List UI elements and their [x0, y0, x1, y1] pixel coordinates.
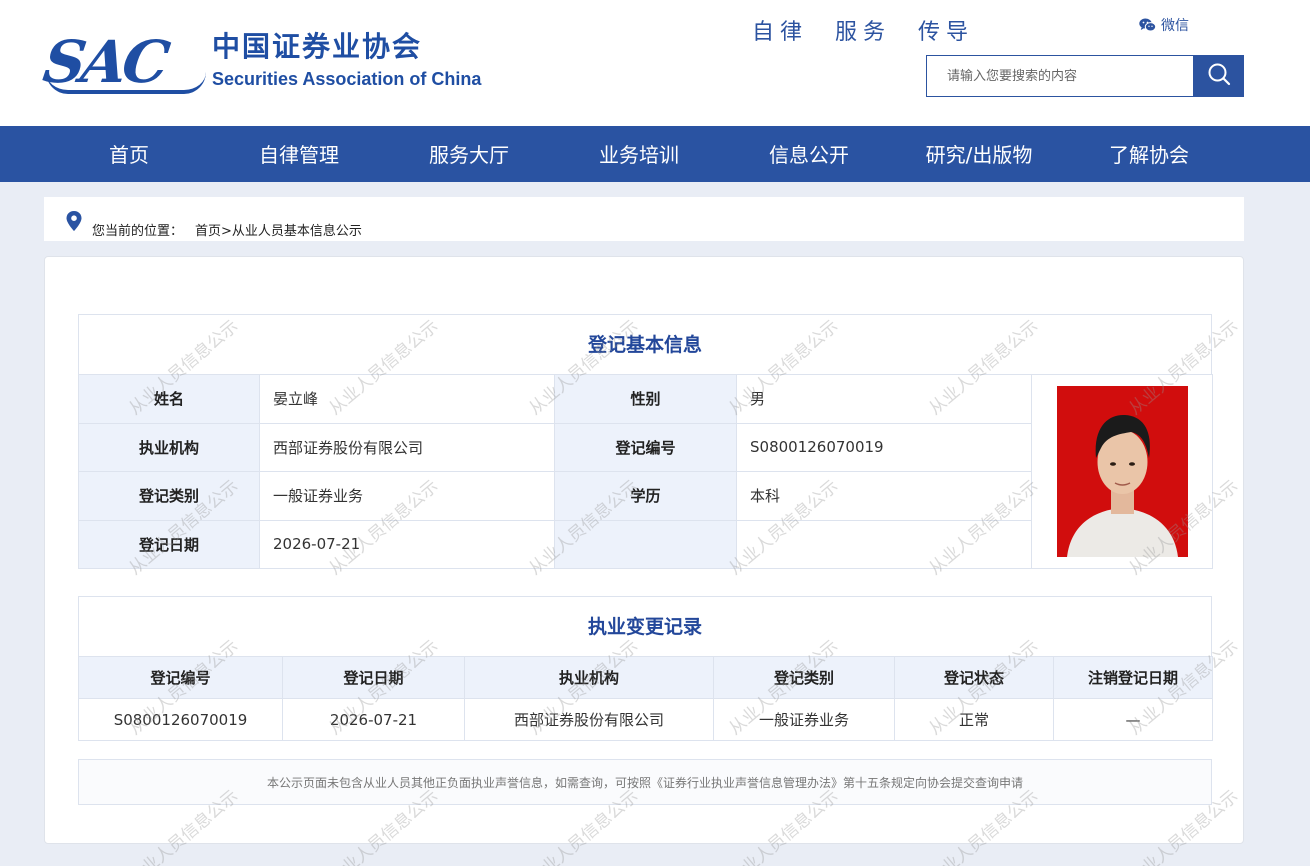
- field-value-gender: 男: [736, 374, 1032, 424]
- disclaimer-note: 本公示页面未包含从业人员其他正负面执业声誉信息，如需查询，可按照《证券行业执业声…: [78, 759, 1212, 805]
- field-label: 姓名: [78, 374, 260, 424]
- main-nav: 首页 自律管理 服务大厅 业务培训 信息公开 研究/出版物 了解协会: [0, 126, 1310, 182]
- search-button[interactable]: [1193, 55, 1244, 97]
- nav-item-service-hall[interactable]: 服务大厅: [429, 126, 509, 182]
- nav-item-training[interactable]: 业务培训: [599, 126, 679, 182]
- search-bar: [926, 55, 1244, 97]
- field-label: 登记日期: [78, 519, 260, 569]
- nav-item-disclosure[interactable]: 信息公开: [769, 126, 849, 182]
- profile-photo: [1056, 386, 1188, 557]
- table-header-row: 登记编号 登记日期 执业机构 登记类别 登记状态 注销登记日期: [78, 656, 1213, 699]
- nav-item-home[interactable]: 首页: [109, 126, 149, 182]
- location-pin-icon: [66, 211, 82, 235]
- table-cell: 正常: [894, 698, 1054, 741]
- breadcrumb-label: 您当前的位置：: [92, 224, 184, 239]
- breadcrumb-path[interactable]: 首页>从业人员基本信息公示: [195, 224, 362, 240]
- records-table: 登记编号 登记日期 执业机构 登记类别 登记状态 注销登记日期 S0800126…: [78, 656, 1213, 741]
- column-header: 登记编号: [78, 656, 283, 699]
- column-header: 登记类别: [713, 656, 895, 699]
- field-value-empty: [736, 519, 1032, 569]
- column-header: 注销登记日期: [1053, 656, 1213, 699]
- records-title: 执业变更记录: [78, 596, 1212, 656]
- column-header: 登记日期: [282, 656, 465, 699]
- search-input[interactable]: [926, 55, 1193, 97]
- table-cell: S0800126070019: [78, 698, 283, 741]
- basic-info-title: 登记基本信息: [78, 314, 1212, 374]
- field-label: 登记类别: [78, 471, 260, 521]
- column-header: 执业机构: [464, 656, 714, 699]
- field-value-institution: 西部证券股份有限公司: [259, 422, 555, 472]
- table-row: S0800126070019 2026-07-21 西部证券股份有限公司 一般证…: [78, 698, 1213, 741]
- field-value-reg-number: S0800126070019: [736, 422, 1032, 472]
- table-cell: —: [1053, 698, 1213, 741]
- breadcrumb: 您当前的位置： 首页>从业人员基本信息公示: [44, 197, 1244, 241]
- logo-chinese-name: 中国证券业协会: [212, 30, 423, 63]
- info-card: 登记基本信息 姓名 晏立峰 性别 男 执业机构 西部证券股份有限公司 登记编号 …: [44, 256, 1244, 844]
- table-cell: 西部证券股份有限公司: [464, 698, 714, 741]
- field-value-reg-date: 2026-07-21: [259, 519, 555, 569]
- wechat-link[interactable]: 微信: [1139, 15, 1189, 35]
- table-row: 姓名 晏立峰 性别 男: [78, 374, 1213, 569]
- field-label: 登记编号: [554, 422, 737, 472]
- field-value-reg-category: 一般证券业务: [259, 471, 555, 521]
- field-value-name: 晏立峰: [259, 374, 555, 424]
- photo-cell: [1031, 374, 1213, 569]
- wechat-icon: [1139, 18, 1156, 32]
- field-value-education: 本科: [736, 471, 1032, 521]
- logo-swoosh: [46, 72, 206, 94]
- nav-item-about[interactable]: 了解协会: [1109, 126, 1189, 182]
- sac-logo[interactable]: SAC 中国证券业协会 Securities Association of Ch…: [39, 28, 504, 98]
- slogan: 自律 服务 传导: [752, 20, 974, 45]
- nav-item-self-regulation[interactable]: 自律管理: [259, 126, 339, 182]
- table-cell: 一般证券业务: [713, 698, 895, 741]
- column-header: 登记状态: [894, 656, 1054, 699]
- nav-item-research[interactable]: 研究/出版物: [926, 126, 1033, 182]
- site-header: SAC 中国证券业协会 Securities Association of Ch…: [0, 0, 1310, 126]
- field-label-empty: [554, 519, 737, 569]
- field-label: 性别: [554, 374, 737, 424]
- wechat-label: 微信: [1161, 18, 1189, 34]
- table-cell: 2026-07-21: [282, 698, 465, 741]
- basic-info-table: 姓名 晏立峰 性别 男 执业机构 西部证券股份有限公司 登记编号 S080012…: [78, 374, 1213, 569]
- field-label: 执业机构: [78, 422, 260, 472]
- logo-english-name: Securities Association of China: [212, 69, 482, 89]
- search-icon: [1207, 62, 1231, 90]
- field-label: 学历: [554, 471, 737, 521]
